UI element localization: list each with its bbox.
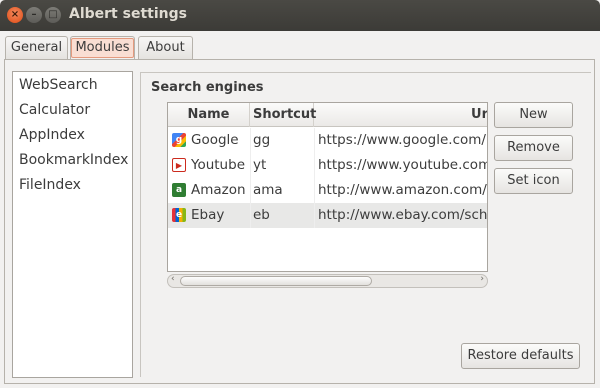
column-divider bbox=[314, 203, 315, 228]
horizontal-scrollbar[interactable]: ‹ › bbox=[167, 274, 488, 288]
column-divider bbox=[314, 178, 315, 203]
column-divider bbox=[250, 128, 251, 153]
module-list[interactable]: WebSearch Calculator AppIndex BookmarkIn… bbox=[12, 71, 133, 378]
column-header-url[interactable]: Ur bbox=[314, 103, 487, 127]
engine-name: Google bbox=[191, 132, 239, 148]
search-engines-title: Search engines bbox=[151, 80, 264, 95]
engine-name: Youtube bbox=[191, 157, 245, 173]
module-item-fileindex[interactable]: FileIndex bbox=[19, 177, 81, 193]
window-title: Albert settings bbox=[69, 6, 187, 22]
module-item-bookmarkindex[interactable]: BookmarkIndex bbox=[19, 152, 128, 168]
column-divider bbox=[250, 153, 251, 178]
restore-defaults-button[interactable]: Restore defaults bbox=[461, 343, 580, 369]
module-item-websearch[interactable]: WebSearch bbox=[19, 77, 98, 93]
table-row[interactable]: ▶ Youtube yt https://www.youtube.com/ bbox=[168, 153, 488, 178]
scroll-left-arrow-icon[interactable]: ‹ bbox=[171, 274, 175, 284]
column-divider bbox=[314, 153, 315, 178]
set-icon-button[interactable]: Set icon bbox=[494, 168, 573, 194]
scrollbar-thumb[interactable] bbox=[180, 276, 372, 286]
column-divider bbox=[250, 178, 251, 203]
tab-modules-label: Modules bbox=[71, 38, 134, 58]
module-item-calculator[interactable]: Calculator bbox=[19, 102, 90, 118]
engine-name: Ebay bbox=[191, 207, 225, 223]
table-header: Name Shortcut Ur bbox=[168, 103, 487, 127]
google-icon: g bbox=[172, 133, 186, 147]
table-row[interactable]: g Google gg https://www.google.com/# bbox=[168, 128, 488, 153]
title-bar: × – □ Albert settings bbox=[0, 0, 600, 31]
ebay-icon: e bbox=[172, 208, 186, 222]
column-divider bbox=[250, 203, 251, 228]
table-row[interactable]: a Amazon ama http://www.amazon.com/s/ bbox=[168, 178, 488, 203]
table-row-selected[interactable]: e Ebay eb http://www.ebay.com/sch/ bbox=[168, 203, 488, 228]
amazon-icon: a bbox=[172, 183, 186, 197]
engine-shortcut: eb bbox=[253, 207, 270, 223]
engine-url: http://www.ebay.com/sch/ bbox=[318, 207, 488, 223]
youtube-icon: ▶ bbox=[172, 158, 186, 172]
minimize-icon[interactable]: – bbox=[26, 7, 42, 23]
column-header-name[interactable]: Name bbox=[168, 103, 250, 127]
engine-name: Amazon bbox=[191, 182, 246, 198]
tab-about[interactable]: About bbox=[138, 36, 193, 60]
tab-modules[interactable]: Modules bbox=[70, 36, 135, 60]
column-header-shortcut[interactable]: Shortcut bbox=[250, 103, 316, 127]
module-item-appindex[interactable]: AppIndex bbox=[19, 127, 85, 143]
scroll-right-arrow-icon[interactable]: › bbox=[480, 274, 484, 284]
engine-shortcut: yt bbox=[253, 157, 267, 173]
engine-url: http://www.amazon.com/s/ bbox=[318, 182, 488, 198]
engine-shortcut: ama bbox=[253, 182, 283, 198]
close-icon[interactable]: × bbox=[7, 7, 23, 23]
engine-url: https://www.google.com/# bbox=[318, 132, 488, 148]
search-engines-table[interactable]: Name Shortcut Ur g Google gg https://www… bbox=[167, 102, 488, 272]
engine-url: https://www.youtube.com/ bbox=[318, 157, 488, 173]
tab-general[interactable]: General bbox=[5, 36, 68, 60]
engine-shortcut: gg bbox=[253, 132, 271, 148]
maximize-icon[interactable]: □ bbox=[45, 7, 61, 23]
new-button[interactable]: New bbox=[494, 102, 573, 128]
column-divider bbox=[314, 128, 315, 153]
tab-about-label: About bbox=[146, 40, 185, 55]
remove-button[interactable]: Remove bbox=[494, 135, 573, 161]
tab-general-label: General bbox=[10, 40, 63, 55]
